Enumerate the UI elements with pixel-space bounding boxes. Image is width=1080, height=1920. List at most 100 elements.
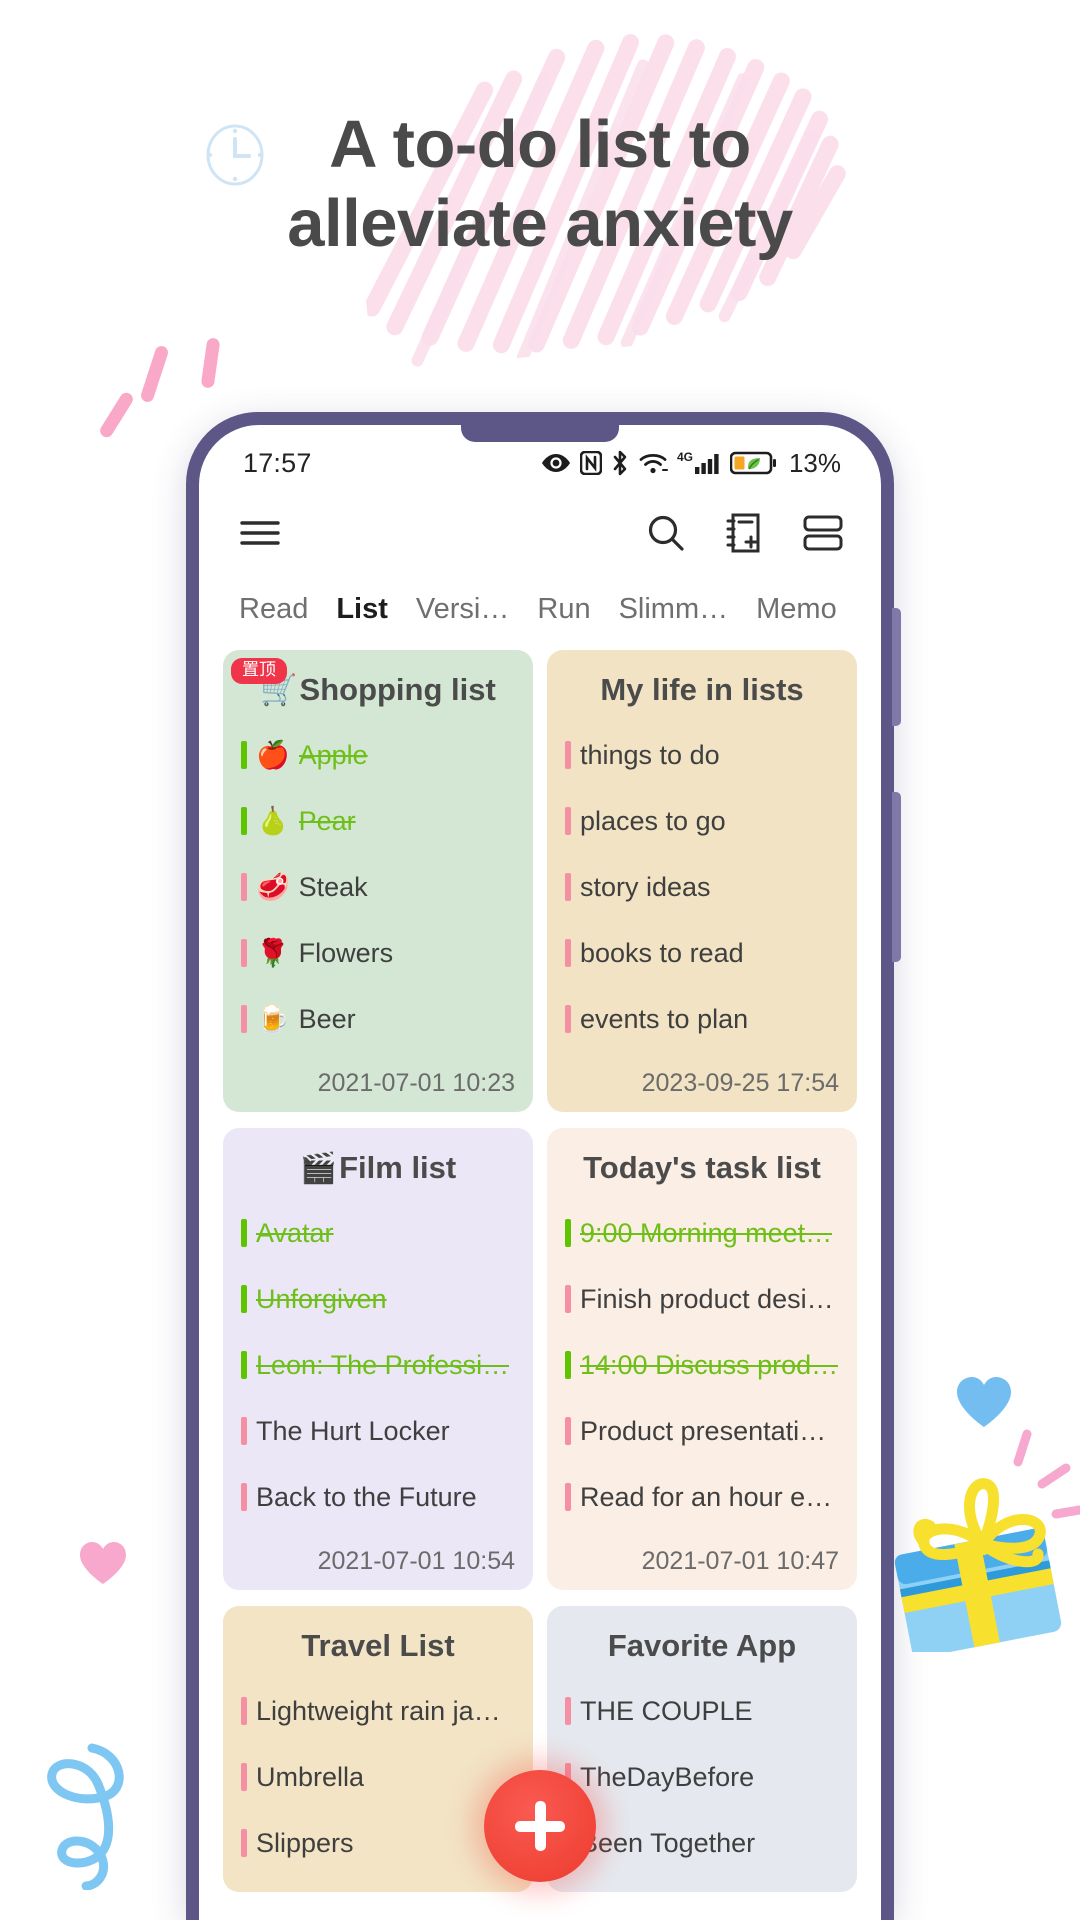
note-list-item[interactable]: books to read	[565, 920, 839, 986]
tab-run[interactable]: Run	[523, 585, 604, 636]
note-cards-grid: 置顶 🛒Shopping list 🍎 Apple 🍐 Pear 🥩 Steak 🌹 Flower…	[199, 650, 881, 1892]
note-card[interactable]: 🎬Film list Avatar Unforgiven Leon: The Prof…	[223, 1128, 533, 1590]
note-list-item[interactable]: Slippers	[241, 1810, 515, 1876]
battery-percentage: 13%	[788, 447, 841, 478]
note-list-item[interactable]: 🌹 Flowers	[241, 920, 515, 986]
note-list-item[interactable]: Lightweight rain ja…	[241, 1678, 515, 1744]
item-text: Read for an hour e…	[580, 1481, 833, 1512]
note-list-item[interactable]: Product presentati…	[565, 1398, 839, 1464]
note-card-title-emoji: 🎬	[299, 1152, 338, 1185]
note-card-title-text: Shopping list	[299, 672, 496, 707]
item-status-bar-icon	[565, 1697, 571, 1725]
note-list-item[interactable]: Finish product desi…	[565, 1266, 839, 1332]
item-text: Beer	[298, 1003, 356, 1034]
note-list-item[interactable]: things to do	[565, 722, 839, 788]
item-text: TheDayBefore	[580, 1761, 755, 1792]
note-list-item[interactable]: places to go	[565, 788, 839, 854]
tab-label: Versi…	[415, 593, 510, 625]
item-text: Back to the Future	[256, 1481, 477, 1512]
item-text: THE COUPLE	[580, 1695, 753, 1726]
phone-screen: 17:57 4G 13% Read List Versi… Run Slimm……	[199, 425, 881, 1920]
item-status-bar-icon	[241, 1697, 247, 1725]
note-list-item[interactable]: story ideas	[565, 854, 839, 920]
note-list-item[interactable]: The Hurt Locker	[241, 1398, 515, 1464]
note-list-item[interactable]: Back to the Future	[241, 1464, 515, 1530]
item-status-bar-icon	[565, 939, 571, 967]
note-list-item[interactable]: Leon: The Professi…	[241, 1332, 515, 1398]
item-emoji: 🥩	[256, 872, 290, 902]
tab-read[interactable]: Read	[225, 585, 322, 636]
tab-label: List	[336, 593, 388, 625]
svg-text:4G: 4G	[677, 450, 693, 464]
item-text: 14:00 Discuss prod…	[580, 1349, 839, 1380]
note-list-item[interactable]: 🍐 Pear	[241, 788, 515, 854]
item-text: Pear	[298, 805, 356, 836]
item-status-bar-icon	[241, 873, 247, 901]
note-card-title-text: Today's task list	[583, 1150, 821, 1185]
add-note-icon[interactable]	[725, 513, 763, 553]
item-text: things to do	[580, 739, 720, 770]
add-note-fab[interactable]	[484, 1770, 596, 1882]
note-list-item[interactable]: Been Together	[565, 1810, 839, 1876]
heart-icon	[957, 1377, 1011, 1427]
item-emoji: 🍎	[256, 740, 290, 770]
item-status-bar-icon	[241, 1483, 247, 1511]
note-list-item[interactable]: Unforgiven	[241, 1266, 515, 1332]
tab-list[interactable]: List	[322, 585, 402, 636]
item-status-bar-icon	[241, 1351, 247, 1379]
phone-side-button[interactable]	[892, 608, 901, 726]
tab-memo[interactable]: Memo	[742, 585, 851, 636]
note-list-item[interactable]: Read for an hour e…	[565, 1464, 839, 1530]
item-text: Flowers	[298, 937, 394, 968]
note-list-item[interactable]: 9:00 Morning meet…	[565, 1200, 839, 1266]
note-list-item[interactable]: Umbrella	[241, 1744, 515, 1810]
note-card[interactable]: 置顶 🛒Shopping list 🍎 Apple 🍐 Pear 🥩 Steak 🌹 Flower…	[223, 650, 533, 1112]
status-icon-group: 4G 13%	[541, 448, 841, 479]
item-text: events to plan	[580, 1003, 749, 1034]
note-card-title-text: My life in lists	[600, 672, 804, 707]
note-card-title: Travel List	[241, 1628, 515, 1664]
item-status-bar-icon	[565, 741, 571, 769]
item-text: Steak	[298, 871, 368, 902]
note-list-item[interactable]: 14:00 Discuss prod…	[565, 1332, 839, 1398]
item-status-bar-icon	[565, 1005, 571, 1033]
item-status-bar-icon	[565, 1219, 571, 1247]
note-card[interactable]: Travel List Lightweight rain ja… Umbrella S…	[223, 1606, 533, 1892]
phone-notch	[461, 425, 619, 442]
tab-version[interactable]: Versi…	[402, 585, 523, 636]
note-list-item[interactable]: Avatar	[241, 1200, 515, 1266]
tab-label: Read	[239, 593, 309, 625]
note-card[interactable]: My life in lists things to do places to go…	[547, 650, 857, 1112]
note-card[interactable]: Favorite App THE COUPLE TheDayBefore Been T…	[547, 1606, 857, 1892]
pinned-badge: 置顶	[231, 658, 287, 684]
note-card-title-text: Travel List	[301, 1628, 455, 1663]
note-list-item[interactable]: 🥩 Steak	[241, 854, 515, 920]
hamburger-menu-icon[interactable]	[239, 518, 281, 548]
item-emoji: 🍺	[256, 1004, 290, 1034]
tab-label: Slimm…	[618, 593, 729, 625]
tab-slimming[interactable]: Slimm…	[605, 585, 743, 636]
note-card[interactable]: Today's task list 9:00 Morning meet… Finis…	[547, 1128, 857, 1590]
phone-side-button[interactable]	[892, 792, 901, 962]
bluetooth-icon	[613, 450, 627, 476]
item-emoji: 🍐	[256, 806, 290, 836]
app-header	[199, 487, 881, 579]
note-list-item[interactable]: TheDayBefore	[565, 1744, 839, 1810]
note-card-title: Favorite App	[565, 1628, 839, 1664]
item-text: Leon: The Professi…	[256, 1349, 510, 1380]
item-text: Unforgiven	[256, 1283, 387, 1314]
note-list-item[interactable]: 🍺 Beer	[241, 986, 515, 1052]
item-status-bar-icon	[241, 741, 247, 769]
gift-box-icon	[894, 1429, 1080, 1652]
note-list-item[interactable]: 🍎 Apple	[241, 722, 515, 788]
item-status-bar-icon	[565, 1417, 571, 1445]
tab-label: Run	[537, 593, 591, 625]
note-list-item[interactable]: events to plan	[565, 986, 839, 1052]
layout-toggle-icon[interactable]	[803, 515, 843, 551]
item-status-bar-icon	[241, 1005, 247, 1033]
item-text: 9:00 Morning meet…	[580, 1217, 833, 1248]
note-list-item[interactable]: THE COUPLE	[565, 1678, 839, 1744]
search-icon[interactable]	[647, 514, 685, 552]
item-status-bar-icon	[241, 1219, 247, 1247]
note-card-timestamp: 2021-07-01 10:23	[317, 1069, 515, 1097]
